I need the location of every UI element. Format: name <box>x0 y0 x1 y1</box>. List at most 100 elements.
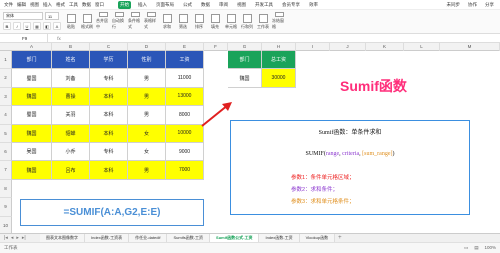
table-cell[interactable]: 专科 <box>90 69 128 88</box>
menu-right-item[interactable]: 未同步 <box>447 2 461 8</box>
ribbon-button[interactable]: 工作表 <box>256 12 270 30</box>
table-cell[interactable]: 男 <box>128 106 166 125</box>
table-cell[interactable]: 女 <box>128 143 166 162</box>
bold-button[interactable]: B <box>3 22 11 30</box>
result-dept-cell[interactable]: 魏国 <box>228 69 262 88</box>
table-cell[interactable]: 男 <box>128 69 166 88</box>
menu-right-item[interactable]: 协作 <box>468 2 477 8</box>
column-header[interactable]: H <box>262 43 296 51</box>
result-total-cell[interactable]: 30000 <box>262 69 296 88</box>
ribbon-tab[interactable]: 效率 <box>307 1 320 9</box>
table-cell[interactable]: 吕布 <box>52 161 90 180</box>
last-sheet-icon[interactable]: ▸| <box>22 235 26 241</box>
ribbon-tab[interactable]: 公式 <box>181 1 194 9</box>
row-header[interactable]: 7 <box>0 161 12 180</box>
menu-item[interactable]: 窗口 <box>95 2 104 8</box>
table-header-cell[interactable]: 学历 <box>90 51 128 70</box>
ribbon-tab[interactable]: 会员专享 <box>280 1 302 9</box>
font-color-icon[interactable]: A <box>53 22 61 30</box>
add-sheet-icon[interactable]: + <box>338 235 342 241</box>
italic-button[interactable]: I <box>13 22 21 30</box>
ribbon-button[interactable]: 粘贴 <box>64 12 78 30</box>
ribbon-button[interactable]: 冻结窗格 <box>272 12 286 30</box>
column-header[interactable]: I <box>296 43 330 51</box>
table-cell[interactable]: 本科 <box>90 87 128 107</box>
table-cell[interactable]: 8000 <box>166 106 204 125</box>
ribbon-button[interactable]: 求和 <box>160 12 174 30</box>
ribbon-button[interactable]: 排序 <box>192 12 206 30</box>
ribbon-tab[interactable]: 插入 <box>136 1 149 9</box>
table-cell[interactable]: 本科 <box>90 161 128 180</box>
table-header-cell[interactable]: 工资 <box>166 51 204 70</box>
table-cell[interactable]: 刘备 <box>52 69 90 88</box>
ribbon-tab[interactable]: 开始 <box>118 0 131 9</box>
table-cell[interactable]: 男 <box>128 87 166 107</box>
table-cell[interactable]: 10000 <box>166 124 204 143</box>
table-cell[interactable]: 魏国 <box>12 124 52 143</box>
result-header-cell[interactable]: 总工资 <box>262 51 296 70</box>
font-name-select[interactable]: 宋体 <box>3 12 43 20</box>
table-cell[interactable]: 貂蝉 <box>52 124 90 143</box>
table-cell[interactable]: 关羽 <box>52 106 90 125</box>
table-cell[interactable]: 9000 <box>166 143 204 162</box>
table-cell[interactable]: 男 <box>128 161 166 180</box>
column-header[interactable]: A <box>12 43 52 51</box>
ribbon-tab[interactable]: 页面布局 <box>154 1 176 9</box>
first-sheet-icon[interactable]: |◂ <box>4 235 8 241</box>
table-cell[interactable]: 本科 <box>90 124 128 143</box>
ribbon-button[interactable]: 单元格 <box>224 12 238 30</box>
table-cell[interactable]: 小乔 <box>52 143 90 162</box>
ribbon-button[interactable]: 填充 <box>208 12 222 30</box>
table-header-cell[interactable]: 姓名 <box>52 51 90 70</box>
ribbon-tab[interactable]: 开发工具 <box>253 1 275 9</box>
menu-item[interactable]: 编辑 <box>17 2 26 8</box>
column-header[interactable]: J <box>330 43 366 51</box>
underline-button[interactable]: U <box>23 22 31 30</box>
column-header[interactable]: E <box>166 43 204 51</box>
next-sheet-icon[interactable]: ▸ <box>16 235 19 241</box>
menu-item[interactable]: 工具 <box>69 2 78 8</box>
column-header[interactable]: D <box>128 43 166 51</box>
table-cell[interactable]: 魏国 <box>12 161 52 180</box>
ribbon-tab[interactable]: 视图 <box>235 1 248 9</box>
table-cell[interactable]: 专科 <box>90 143 128 162</box>
column-header[interactable]: C <box>90 43 128 51</box>
table-header-cell[interactable]: 性别 <box>128 51 166 70</box>
column-header[interactable]: L <box>404 43 440 51</box>
zoom-level[interactable]: 100% <box>484 245 496 251</box>
menu-item[interactable]: 视图 <box>30 2 39 8</box>
normal-view-icon[interactable]: ▭ <box>464 245 468 251</box>
ribbon-button[interactable]: 条件格式 <box>128 12 142 30</box>
table-cell[interactable]: 11000 <box>166 69 204 88</box>
border-icon[interactable]: ▦ <box>33 22 41 30</box>
row-header[interactable]: 3 <box>0 87 12 107</box>
table-cell[interactable]: 13000 <box>166 87 204 107</box>
ribbon-button[interactable]: 行和列 <box>240 12 254 30</box>
menu-item[interactable]: 格式 <box>56 2 65 8</box>
ribbon-tab[interactable]: 审阅 <box>217 1 230 9</box>
row-header[interactable]: 8 <box>0 179 12 199</box>
table-cell[interactable]: 吴国 <box>12 143 52 162</box>
menu-item[interactable]: 数据 <box>82 2 91 8</box>
fill-color-icon[interactable]: ◧ <box>43 22 51 30</box>
table-cell[interactable]: 曹操 <box>52 87 90 107</box>
column-header[interactable]: K <box>366 43 404 51</box>
prev-sheet-icon[interactable]: ◂ <box>11 235 14 241</box>
name-box[interactable]: F9 <box>0 34 48 42</box>
column-header[interactable]: G <box>228 43 262 51</box>
ribbon-button[interactable]: 自动换行 <box>112 12 126 30</box>
row-header[interactable]: 4 <box>0 106 12 125</box>
ribbon-button[interactable]: 筛选 <box>176 12 190 30</box>
menu-right-item[interactable]: 分享 <box>485 2 494 8</box>
row-header[interactable]: 2 <box>0 69 12 88</box>
menu-item[interactable]: 插入 <box>43 2 52 8</box>
menu-item[interactable]: 文件 <box>4 2 13 8</box>
formula-input[interactable] <box>70 34 500 42</box>
column-header[interactable]: M <box>440 43 500 51</box>
table-cell[interactable]: 女 <box>128 124 166 143</box>
table-cell[interactable]: 蜀国 <box>12 69 52 88</box>
column-header[interactable]: F <box>204 43 228 51</box>
page-view-icon[interactable]: ▤ <box>474 245 478 251</box>
table-cell[interactable]: 蜀国 <box>12 106 52 125</box>
row-header[interactable]: 9 <box>0 198 12 217</box>
